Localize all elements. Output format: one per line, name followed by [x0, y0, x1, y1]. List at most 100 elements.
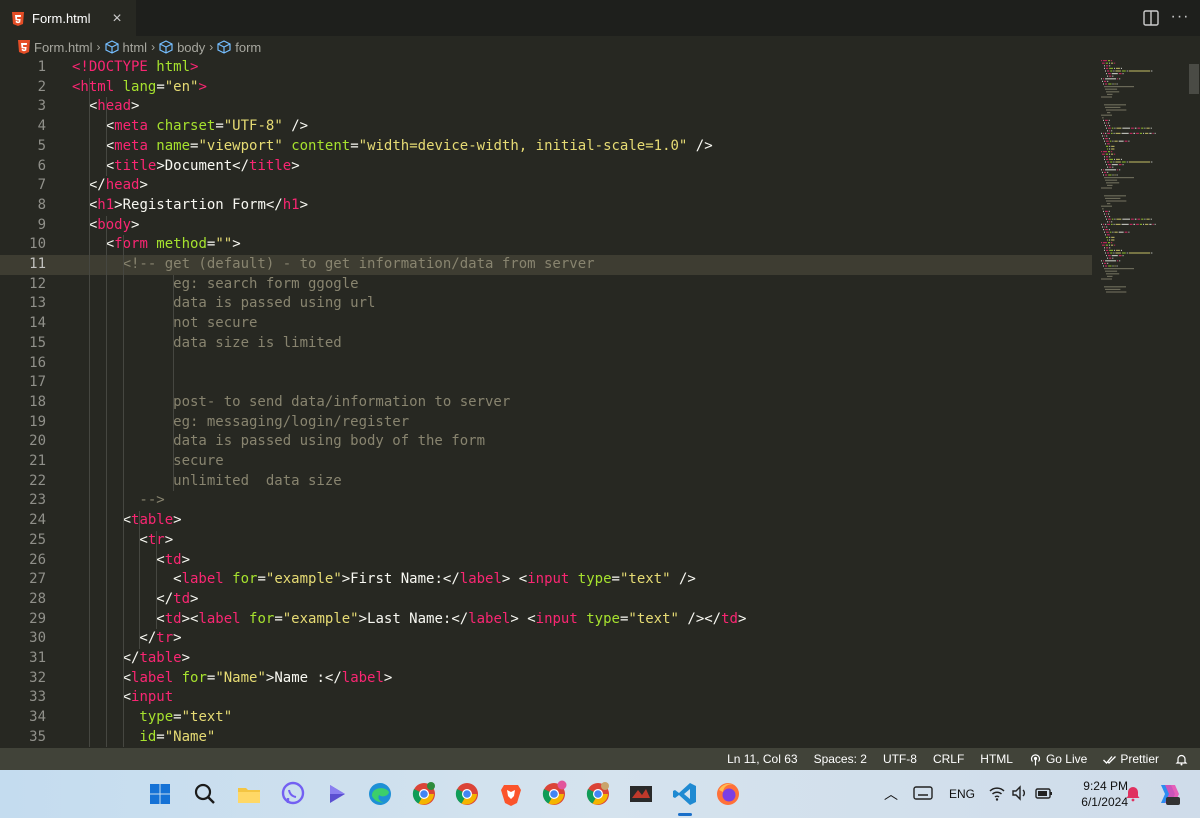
code-line[interactable]: 31 </table> — [0, 649, 1092, 669]
code-line[interactable]: 3 <head> — [0, 97, 1092, 117]
battery-icon[interactable] — [1034, 784, 1054, 802]
indentation[interactable]: Spaces: 2 — [814, 752, 867, 766]
system-clock[interactable]: 9:24 PM 6/1/2024 — [1058, 778, 1128, 810]
chrome-profile-icon[interactable] — [540, 780, 568, 808]
code-line[interactable]: 22 unlimited data size — [0, 472, 1092, 492]
code-line[interactable]: 2 <html lang="en"> — [0, 78, 1092, 98]
code-line[interactable]: 19 eg: messaging/login/register — [0, 413, 1092, 433]
close-icon[interactable]: × — [108, 10, 126, 28]
line-number: 13 — [29, 295, 46, 312]
media-player-icon[interactable] — [322, 780, 350, 808]
breadcrumb-item-html[interactable]: html — [104, 40, 147, 55]
viber-icon[interactable] — [279, 780, 307, 808]
minimap-line — [1113, 223, 1115, 225]
minimap-line — [1110, 223, 1113, 225]
minimap-line — [1107, 203, 1111, 205]
breadcrumb-item-form[interactable]: form — [217, 40, 261, 55]
code-line[interactable]: 32 <label for="Name">Name :</label> — [0, 669, 1092, 689]
input-language[interactable]: ENG — [949, 770, 975, 818]
code-line[interactable]: 13 data is passed using url — [0, 294, 1092, 314]
minimap-line — [1106, 213, 1108, 215]
brave-icon[interactable] — [497, 780, 525, 808]
language-mode[interactable]: HTML — [980, 752, 1013, 766]
notifications-button[interactable] — [1175, 753, 1188, 766]
code-line[interactable]: 1 <!DOCTYPE html> — [0, 58, 1092, 78]
minimap-line — [1111, 218, 1114, 220]
copilot-icon[interactable] — [1155, 781, 1181, 807]
code-line[interactable]: 33 <input — [0, 688, 1092, 708]
code-line[interactable]: 16 — [0, 354, 1092, 374]
encoding[interactable]: UTF-8 — [883, 752, 917, 766]
wifi-icon[interactable] — [988, 784, 1006, 802]
code-line[interactable]: 12 eg: search form ggogle — [0, 275, 1092, 295]
line-number: 9 — [37, 216, 46, 233]
code-line[interactable]: 25 <tr> — [0, 531, 1092, 551]
minimap-line — [1149, 223, 1152, 225]
vscode-icon[interactable] — [671, 780, 699, 808]
minimap-line — [1105, 216, 1106, 218]
vertical-scrollbar[interactable] — [1188, 58, 1200, 748]
split-editor-icon[interactable] — [1142, 9, 1160, 27]
minimap-line — [1107, 242, 1111, 244]
code-line[interactable]: 18 post- to send data/information to ser… — [0, 393, 1092, 413]
show-hidden-icons[interactable]: ︿ — [884, 770, 898, 818]
search-icon[interactable] — [191, 780, 219, 808]
end-of-line[interactable]: CRLF — [933, 752, 964, 766]
code-editor[interactable]: 1 <!DOCTYPE html> 2 <html lang="en"> 3 <head… — [0, 58, 1200, 748]
chrome-icon[interactable] — [453, 780, 481, 808]
code-line[interactable]: 24 <table> — [0, 511, 1092, 531]
code-line[interactable]: 10 <form method=""> — [0, 235, 1092, 255]
cursor-position[interactable]: Ln 11, Col 63 — [727, 752, 798, 766]
code-line[interactable]: 35 id="Name" — [0, 728, 1092, 748]
code-token: >Name :</ — [265, 669, 342, 686]
minimap-line — [1131, 127, 1134, 129]
prettier-button[interactable]: Prettier — [1103, 752, 1159, 766]
code-token: id — [72, 728, 157, 745]
code-line[interactable]: 17 — [0, 373, 1092, 393]
line-source: <label for="Name">Name :</label> — [72, 669, 393, 689]
code-line[interactable]: 4 <meta charset="UTF-8" /> — [0, 117, 1092, 137]
code-token: --> — [72, 492, 165, 509]
scrollbar-thumb[interactable] — [1189, 64, 1199, 94]
code-line[interactable]: 20 data is passed using body of the form — [0, 432, 1092, 452]
code-line[interactable]: 23 --> — [0, 491, 1092, 511]
code-line[interactable]: 15 data size is limited — [0, 334, 1092, 354]
code-line[interactable]: 9 <body> — [0, 216, 1092, 236]
editor-tab[interactable]: Form.html × — [0, 0, 136, 36]
bell-icon — [1175, 754, 1188, 765]
edge-icon[interactable] — [366, 780, 394, 808]
breadcrumb-file[interactable]: Form.html — [18, 40, 93, 55]
minimap-line — [1137, 218, 1141, 220]
minimap-line — [1111, 221, 1113, 223]
code-line[interactable]: 21 secure — [0, 452, 1092, 472]
code-line[interactable]: 30 </tr> — [0, 629, 1092, 649]
volume-icon[interactable] — [1011, 784, 1029, 802]
chrome-profile-icon[interactable] — [584, 780, 612, 808]
code-line[interactable]: 6 <title>Document</title> — [0, 157, 1092, 177]
app-icon[interactable] — [627, 780, 655, 808]
file-explorer-icon[interactable] — [235, 780, 263, 808]
notification-bell-icon[interactable] — [1124, 784, 1142, 802]
go-live-button[interactable]: Go Live — [1029, 752, 1087, 766]
code-line[interactable]: 29 <td><label for="example">Last Name:</… — [0, 610, 1092, 630]
windows-start-icon[interactable] — [146, 780, 174, 808]
code-line[interactable]: 28 </td> — [0, 590, 1092, 610]
code-token: > — [232, 236, 241, 253]
minimap[interactable] — [1095, 58, 1185, 318]
code-line[interactable]: 7 </head> — [0, 176, 1092, 196]
code-line[interactable]: 11 <!-- get (default) - to get informati… — [0, 255, 1092, 275]
code-line[interactable]: 27 <label for="example">First Name:</lab… — [0, 570, 1092, 590]
code-line[interactable]: 8 <h1>Registartion Form</h1> — [0, 196, 1092, 216]
code-line[interactable]: 5 <meta name="viewport" content="width=d… — [0, 137, 1092, 157]
code-line[interactable]: 26 <td> — [0, 551, 1092, 571]
minimap-line — [1112, 257, 1114, 259]
code-token: >< — [181, 610, 199, 627]
code-token: <!-- get (default) - to get information/… — [72, 256, 595, 272]
keyboard-icon[interactable] — [912, 782, 934, 804]
code-line[interactable]: 14 not secure — [0, 314, 1092, 334]
chrome-profile-icon[interactable] — [410, 780, 438, 808]
more-actions-icon[interactable]: ··· — [1170, 7, 1190, 27]
firefox-icon[interactable] — [714, 780, 742, 808]
breadcrumb-item-body[interactable]: body — [159, 40, 205, 55]
code-line[interactable]: 34 type="text" — [0, 708, 1092, 728]
